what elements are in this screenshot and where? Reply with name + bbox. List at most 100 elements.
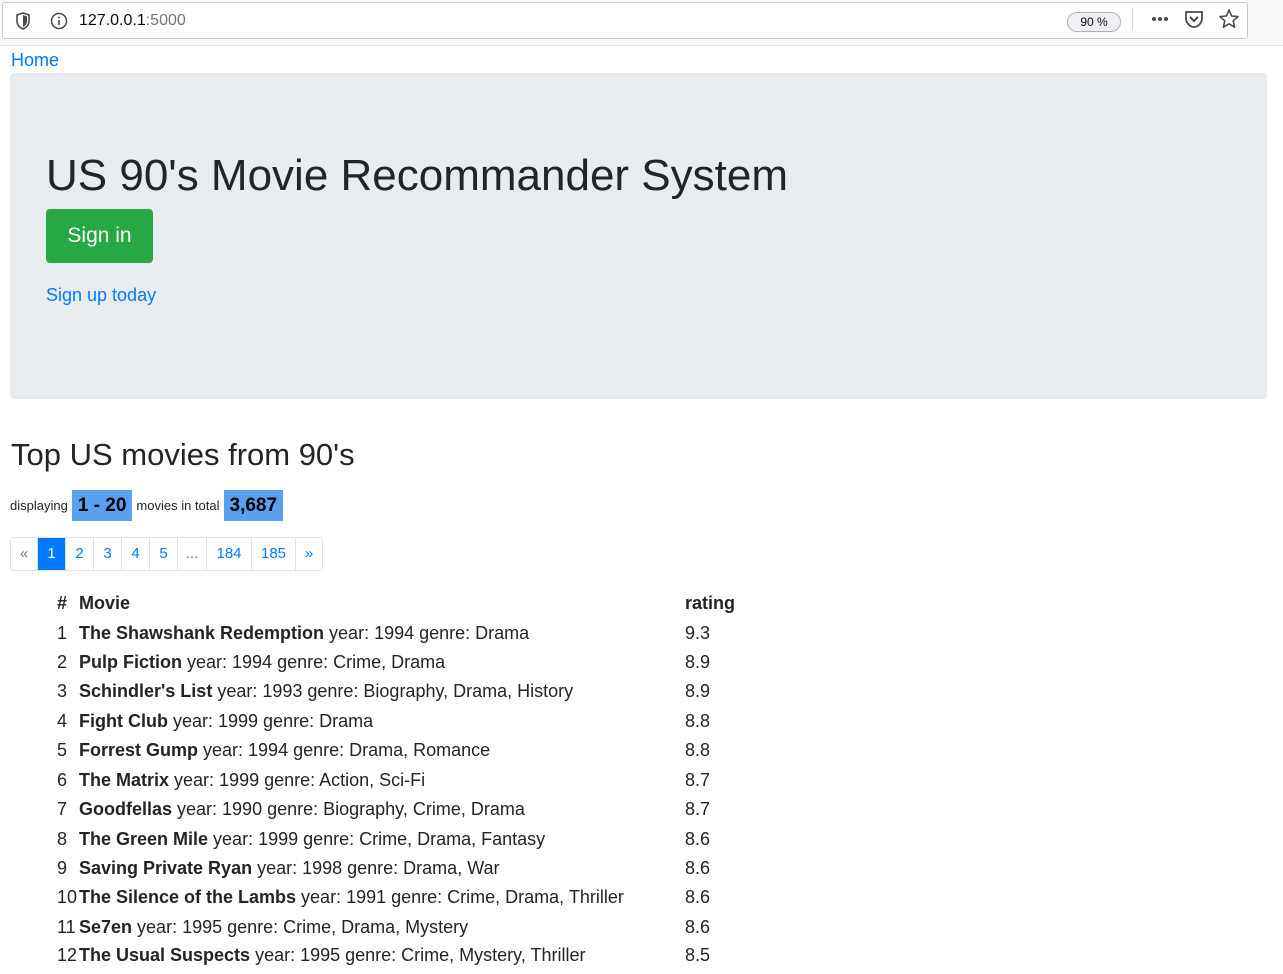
row-rating: 8.8 [685, 740, 711, 760]
page-title: US 90's Movie Recommander System [46, 151, 788, 200]
movie-title[interactable]: Fight Club [79, 711, 168, 731]
url-bar[interactable]: 127.0.0.1:5000 90 % [2, 2, 1248, 39]
table-row: 8 The Green Mile year: 1999 genre: Crime,… [57, 829, 797, 858]
more-actions-icon[interactable] [1149, 8, 1171, 30]
movie-details: year: 1994 genre: Crime, Drama [182, 652, 446, 672]
page-1[interactable]: 1 [38, 538, 66, 570]
row-num: 6 [57, 770, 68, 790]
display-total: 3,687 [223, 490, 284, 521]
browser-toolbar: 127.0.0.1:5000 90 % [0, 0, 1283, 46]
row-movie: Schindler's List year: 1993 genre: Biogr… [79, 681, 573, 702]
row-rating: 8.8 [685, 711, 711, 731]
movie-details: year: 1999 genre: Action, Sci-Fi [169, 770, 426, 790]
table-row: 7 Goodfellas year: 1990 genre: Biography,… [57, 799, 797, 828]
url-port: :5000 [145, 12, 186, 29]
bookmark-star-icon[interactable] [1218, 8, 1240, 30]
row-rating: 8.6 [685, 829, 711, 849]
movie-title[interactable]: Schindler's List [79, 681, 212, 701]
table-row: 5 Forrest Gump year: 1994 genre: Drama, R… [57, 740, 797, 769]
zoom-indicator[interactable]: 90 % [1067, 12, 1121, 32]
row-num: 11 [57, 917, 76, 937]
row-rating: 8.6 [685, 858, 711, 878]
table-row: 3 Schindler's List year: 1993 genre: Biog… [57, 681, 797, 710]
info-icon[interactable] [50, 12, 68, 30]
row-num: 1 [57, 623, 68, 643]
url-text[interactable]: 127.0.0.1:5000 [79, 12, 186, 30]
row-num: 5 [57, 740, 68, 760]
movie-title[interactable]: The Usual Suspects [79, 945, 250, 965]
url-host: 127.0.0.1 [79, 12, 146, 29]
row-rating: 8.7 [685, 770, 711, 790]
table-row: 12 The Usual Suspects year: 1995 genre: C… [57, 945, 797, 974]
display-middle: movies in total [136, 498, 220, 513]
table-row: 2 Pulp Fiction year: 1994 genre: Crime, D… [57, 652, 797, 681]
pocket-icon[interactable] [1183, 8, 1205, 30]
pagination: « 1 2 3 4 5 ... 184 185 » [10, 537, 323, 571]
movie-details: year: 1993 genre: Biography, Drama, Hist… [212, 681, 574, 701]
page-next[interactable]: » [296, 538, 322, 570]
movie-title[interactable]: The Green Mile [79, 829, 208, 849]
row-rating: 9.3 [685, 623, 711, 643]
table-row: 10 The Silence of the Lambs year: 1991 ge… [57, 887, 797, 916]
page-2[interactable]: 2 [66, 538, 94, 570]
page-prev[interactable]: « [11, 538, 38, 570]
movie-title[interactable]: The Matrix [79, 770, 169, 790]
page-3[interactable]: 3 [94, 538, 122, 570]
movie-details: year: 1990 genre: Biography, Crime, Dram… [172, 799, 525, 819]
display-range: 1 - 20 [71, 490, 133, 521]
row-num: 10 [57, 887, 78, 907]
movie-details: year: 1994 genre: Drama [324, 623, 530, 643]
table-row: 1 The Shawshank Redemption year: 1994 gen… [57, 623, 797, 652]
row-movie: Saving Private Ryan year: 1998 genre: Dr… [79, 858, 500, 879]
movie-details: year: 1991 genre: Crime, Drama, Thriller [296, 887, 624, 907]
page-5[interactable]: 5 [150, 538, 178, 570]
movie-details: year: 1995 genre: Crime, Mystery, Thrill… [250, 945, 586, 965]
row-movie: Se7en year: 1995 genre: Crime, Drama, My… [79, 917, 468, 938]
movie-title[interactable]: Saving Private Ryan [79, 858, 252, 878]
sign-in-button[interactable]: Sign in [46, 209, 153, 263]
movie-details: year: 1999 genre: Drama [167, 711, 374, 731]
display-prefix: displaying [10, 498, 68, 513]
movie-details: year: 1994 genre: Drama, Romance [198, 740, 491, 760]
table-row: 6 The Matrix year: 1999 genre: Action, Sc… [57, 770, 797, 799]
display-info: displaying 1 - 20 movies in total 3,687 [10, 490, 287, 521]
page-ellipsis: ... [178, 538, 207, 570]
row-num: 3 [57, 681, 68, 701]
page-184[interactable]: 184 [207, 538, 252, 570]
row-num: 9 [57, 858, 68, 878]
movie-details: year: 1995 genre: Crime, Drama, Mystery [132, 917, 469, 937]
row-num: 8 [57, 829, 68, 849]
section-title: Top US movies from 90's [11, 437, 355, 472]
movie-title[interactable]: The Shawshank Redemption [79, 623, 324, 643]
movie-title[interactable]: Goodfellas [79, 799, 172, 819]
table-row: 4 Fight Club year: 1999 genre: Drama 8.8 [57, 711, 797, 740]
row-num: 4 [57, 711, 68, 731]
row-movie: Pulp Fiction year: 1994 genre: Crime, Dr… [79, 652, 445, 673]
row-rating: 8.6 [685, 887, 711, 907]
row-movie: The Shawshank Redemption year: 1994 genr… [79, 623, 529, 644]
jumbotron: US 90's Movie Recommander System Sign in… [10, 73, 1267, 399]
row-movie: Forrest Gump year: 1994 genre: Drama, Ro… [79, 740, 490, 761]
row-movie: The Matrix year: 1999 genre: Action, Sci… [79, 770, 425, 791]
table-header: # Movie rating [57, 593, 797, 622]
row-rating: 8.7 [685, 799, 711, 819]
table-row: 11 Se7en year: 1995 genre: Crime, Drama, … [57, 917, 797, 946]
shield-icon[interactable] [15, 12, 31, 30]
row-movie: The Silence of the Lambs year: 1991 genr… [79, 887, 624, 908]
movie-details: year: 1998 genre: Drama, War [252, 858, 500, 878]
row-num: 7 [57, 799, 68, 819]
movie-title[interactable]: Se7en [79, 917, 132, 937]
home-link[interactable]: Home [11, 50, 59, 71]
toolbar-divider [1132, 8, 1133, 30]
header-num: # [57, 593, 68, 613]
sign-up-link[interactable]: Sign up today [46, 285, 156, 306]
row-movie: Fight Club year: 1999 genre: Drama [79, 711, 373, 732]
movie-title[interactable]: The Silence of the Lambs [79, 887, 296, 907]
row-rating: 8.9 [685, 652, 711, 672]
row-movie: The Green Mile year: 1999 genre: Crime, … [79, 829, 545, 850]
row-rating: 8.6 [685, 917, 711, 937]
movie-title[interactable]: Forrest Gump [79, 740, 198, 760]
page-4[interactable]: 4 [122, 538, 150, 570]
page-185[interactable]: 185 [252, 538, 296, 570]
movie-title[interactable]: Pulp Fiction [79, 652, 182, 672]
